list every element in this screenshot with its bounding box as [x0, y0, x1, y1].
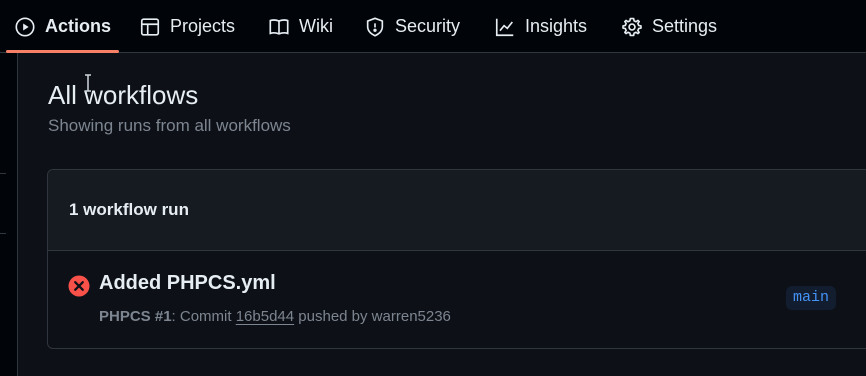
tab-security[interactable]: Security — [364, 0, 460, 53]
text-cursor-icon — [85, 74, 91, 92]
run-workflow-name: PHPCS #1 — [99, 308, 172, 325]
runs-list-header: 1 workflow run — [48, 170, 866, 251]
play-icon — [14, 16, 36, 38]
failure-status-icon — [68, 275, 90, 297]
shield-icon — [364, 16, 386, 38]
tab-label: Security — [395, 16, 461, 36]
table-icon — [139, 16, 161, 38]
page-subtitle: Showing runs from all workflows — [48, 116, 291, 135]
sidebar-edge — [0, 53, 18, 376]
gear-icon — [621, 16, 643, 38]
run-meta-suffix: pushed by warren5236 — [294, 308, 451, 325]
tab-wiki[interactable]: Wiki — [268, 0, 333, 53]
repo-nav: Actions Projects Wiki Security Insights … — [0, 0, 866, 53]
tab-actions[interactable]: Actions — [14, 0, 111, 53]
tab-label: Settings — [652, 16, 718, 36]
run-title-link[interactable]: Added PHPCS.yml — [99, 272, 276, 295]
graph-icon — [494, 16, 516, 38]
page-title: All workflows — [48, 80, 199, 110]
tab-settings[interactable]: Settings — [621, 0, 717, 53]
branch-badge[interactable]: main — [786, 286, 837, 310]
tab-label: Projects — [170, 16, 236, 36]
commit-sha-link[interactable]: 16b5d44 — [236, 308, 294, 325]
tab-label: Actions — [45, 16, 112, 36]
sidebar-divider — [0, 233, 6, 234]
tab-projects[interactable]: Projects — [139, 0, 235, 53]
run-meta-prefix: : Commit — [171, 308, 236, 325]
run-meta: PHPCS #1: Commit 16b5d44 pushed by warre… — [99, 308, 451, 325]
tab-label: Insights — [525, 16, 588, 36]
runs-count: 1 workflow run — [69, 200, 189, 219]
tab-insights[interactable]: Insights — [494, 0, 587, 53]
sidebar-divider — [0, 173, 6, 174]
active-tab-indicator — [6, 50, 119, 53]
tab-label: Wiki — [299, 16, 333, 36]
workflow-runs-list: 1 workflow run Added PHPCS.yml PHPCS #1:… — [47, 169, 866, 349]
book-icon — [268, 16, 290, 38]
